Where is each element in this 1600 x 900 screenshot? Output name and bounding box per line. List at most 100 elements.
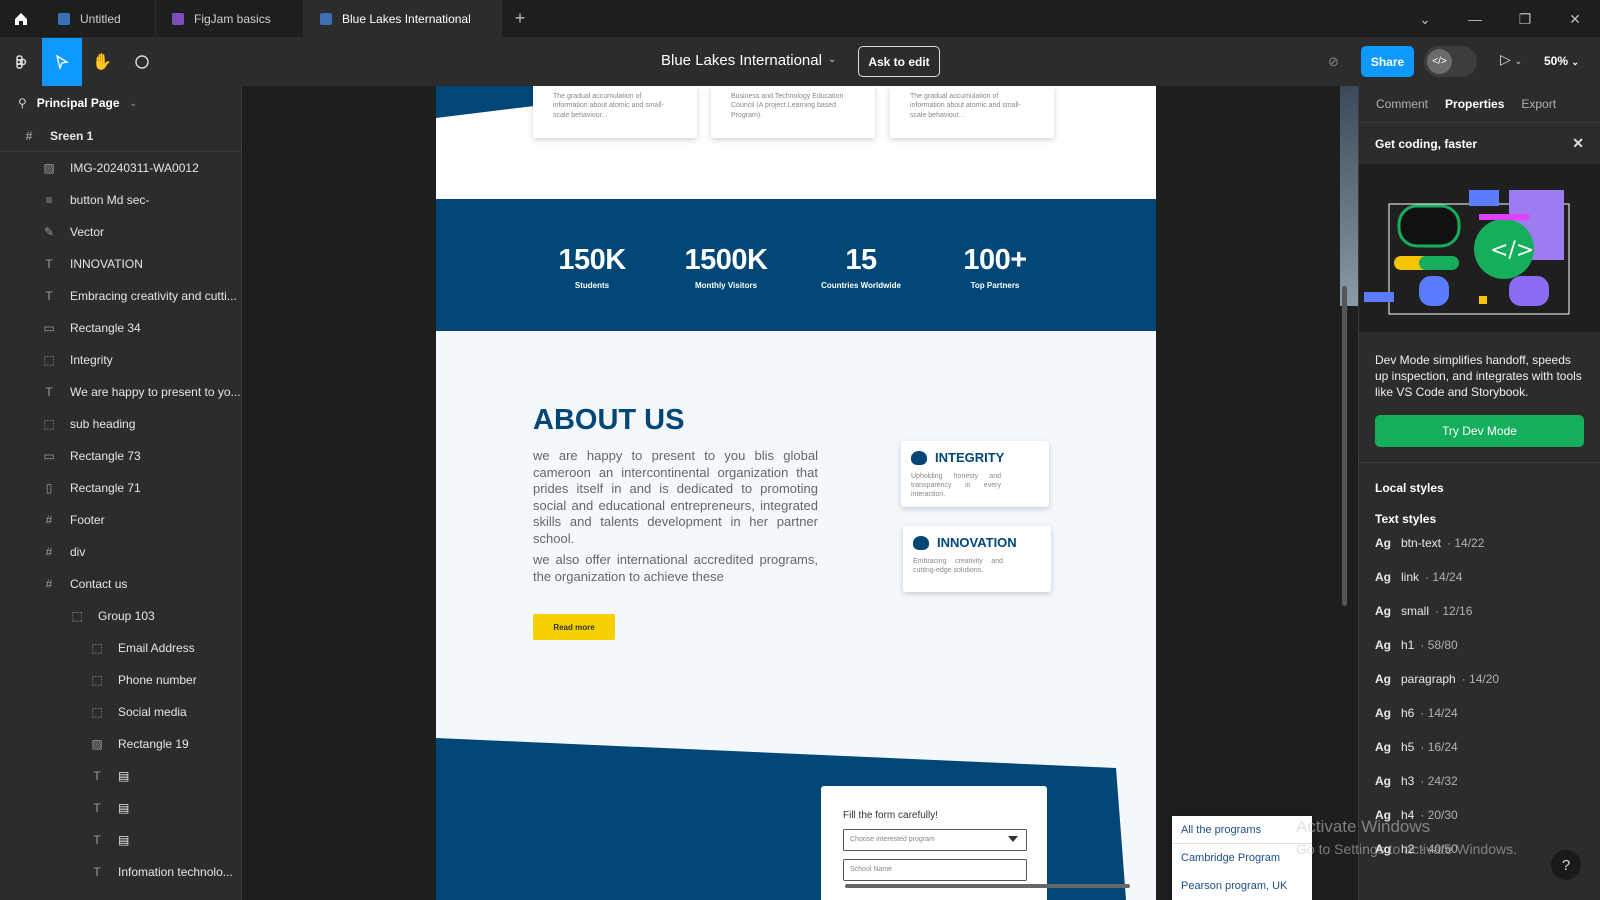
layer-item[interactable]: ▯ Rectangle 71 [0,472,241,504]
zoom-level[interactable]: 50% ⌄ [1544,54,1579,68]
layer-item[interactable]: # Footer [0,504,241,536]
layer-item[interactable]: # Sreen 1 [0,120,241,152]
text-style-icon: Ag [1375,706,1391,720]
layer-item[interactable]: ▭ Rectangle 34 [0,312,241,344]
tab-figjam-basics[interactable]: FigJam basics [156,0,304,38]
layer-item[interactable]: ⬚ Phone number [0,664,241,696]
layer-item[interactable]: ▨ Rectangle 19 [0,728,241,760]
layer-item[interactable]: ⬚ Email Address [0,632,241,664]
layer-item[interactable]: ⬚ Integrity [0,344,241,376]
stat-label: Top Partners [970,281,1020,290]
maximize-button[interactable]: ❐ [1500,0,1550,38]
minimize-button[interactable]: — [1450,0,1500,38]
group-icon: ⬚ [43,353,55,367]
program-card: The gradual accumulation of information … [890,86,1054,138]
layer-item[interactable]: ⬚ sub heading [0,408,241,440]
tab-export[interactable]: Export [1521,97,1556,111]
try-dev-mode-button[interactable]: Try Dev Mode [1375,415,1584,447]
text-style-item[interactable]: Ag h5 · 16/24 [1359,730,1600,764]
chevron-down-icon[interactable]: ⌄ [828,54,836,65]
close-window-button[interactable]: ✕ [1550,0,1600,38]
page-selector[interactable]: ⚲ Principal Page ⌄ [0,86,241,120]
layer-item[interactable]: ≡ button Md sec- [0,184,241,216]
canvas-horizontal-scrollbar[interactable] [845,884,1130,888]
tab-untitled[interactable]: Untitled [42,0,156,38]
chevron-down-icon[interactable]: ⌄ [1400,0,1450,38]
style-name: small [1401,604,1430,618]
screen-frame[interactable]: The gradual accumulation of information … [436,86,1156,900]
watermark-line-2: Go to Settings to activate Windows. [1296,841,1517,857]
rectangle-icon: ▯ [45,481,53,495]
design-canvas[interactable]: The gradual accumulation of information … [242,86,1358,900]
layer-label: Phone number [118,673,197,687]
layer-item[interactable]: ⬚ Social media [0,696,241,728]
style-meta: · 24/32 [1420,774,1458,788]
text-style-item[interactable]: Ag h3 · 24/32 [1359,764,1600,798]
chevron-down-icon [1008,836,1018,842]
tab-blue-lakes[interactable]: Blue Lakes International [304,0,502,38]
layer-item[interactable]: T ▤ [0,792,241,824]
layer-item[interactable]: ✎ Vector [0,216,241,248]
style-name: btn-text [1401,536,1442,550]
text-style-icon: Ag [1375,570,1391,584]
dev-mode-description: Dev Mode simplifies handoff, speeds up i… [1375,353,1582,399]
layer-item[interactable]: # div [0,536,241,568]
layer-item[interactable]: ⬚ Group 103 [0,600,241,632]
share-button[interactable]: Share [1361,46,1414,77]
tab-comment[interactable]: Comment [1376,97,1428,111]
main-menu-button[interactable] [0,38,42,86]
layers-panel: ⚲ Principal Page ⌄ # Sreen 1 ▨ IMG-20240311… [0,86,242,900]
text-style-list: Ag btn-text · 14/22 Ag link · 14/24 Ag small · 1… [1359,526,1600,866]
layer-label: INNOVATION [70,257,143,271]
layer-label: ▤ [118,833,130,847]
help-button[interactable]: ? [1551,850,1581,880]
layer-item[interactable]: # Contact us [0,568,241,600]
layer-label: Rectangle 71 [70,481,141,495]
document-title[interactable]: Blue Lakes International [661,52,822,69]
layer-item[interactable]: ▨ IMG-20240311-WA0012 [0,152,241,184]
text-style-item[interactable]: Ag paragraph · 14/20 [1359,662,1600,696]
tab-properties[interactable]: Properties [1445,97,1504,111]
hand-icon: ✋ [92,54,112,71]
text-icon: T [93,833,101,847]
chevron-down-icon: ⌄ [129,97,138,108]
present-button[interactable]: ▷ ⌄ [1500,51,1522,68]
ask-to-edit-button[interactable]: Ask to edit [858,46,940,77]
stat-number: 1500K [684,244,768,276]
text-icon: T [45,289,53,303]
dev-mode-toggle[interactable]: </> [1424,46,1477,77]
hide-ui-icon[interactable]: ⊘ [1328,54,1339,70]
close-icon[interactable]: ✕ [1572,135,1584,152]
select-placeholder: Choose interested program [850,836,935,843]
move-tool-button[interactable] [42,38,82,86]
layer-label: IMG-20240311-WA0012 [70,161,199,175]
text-style-item[interactable]: Ag h1 · 58/80 [1359,628,1600,662]
new-tab-button[interactable]: + [502,8,538,29]
layer-item[interactable]: T We are happy to present to yo... [0,376,241,408]
layer-item[interactable]: ▭ Rectangle 73 [0,440,241,472]
canvas-vertical-scrollbar[interactable] [1334,86,1356,900]
layer-label: Rectangle 19 [118,737,189,751]
stat-label: Countries Worldwide [821,281,901,290]
hand-tool-button[interactable]: ✋ [82,38,122,86]
layer-item[interactable]: T Embracing creativity and cutti... [0,280,241,312]
text-style-item[interactable]: Ag small · 12/16 [1359,594,1600,628]
layer-item[interactable]: T ▤ [0,760,241,792]
scroll-thumb[interactable] [1342,286,1347,606]
cursor-icon [56,55,69,69]
comment-tool-button[interactable] [122,38,162,86]
home-icon[interactable] [0,0,42,38]
text-style-item[interactable]: Ag link · 14/24 [1359,560,1600,594]
group-icon: ⬚ [91,705,103,719]
program-select: Choose interested program [843,829,1027,851]
image-icon: ▨ [91,737,103,751]
layer-item[interactable]: T Infomation technolo... [0,856,241,888]
layer-item[interactable]: T ▤ [0,824,241,856]
text-style-item[interactable]: Ag h6 · 14/24 [1359,696,1600,730]
text-style-item[interactable]: Ag btn-text · 14/22 [1359,526,1600,560]
text-style-icon: Ag [1375,774,1391,788]
layer-item[interactable]: T INNOVATION [0,248,241,280]
search-icon[interactable]: ⚲ [18,96,27,110]
frame-icon: # [45,545,53,559]
program-card: The gradual accumulation of information … [533,86,697,138]
